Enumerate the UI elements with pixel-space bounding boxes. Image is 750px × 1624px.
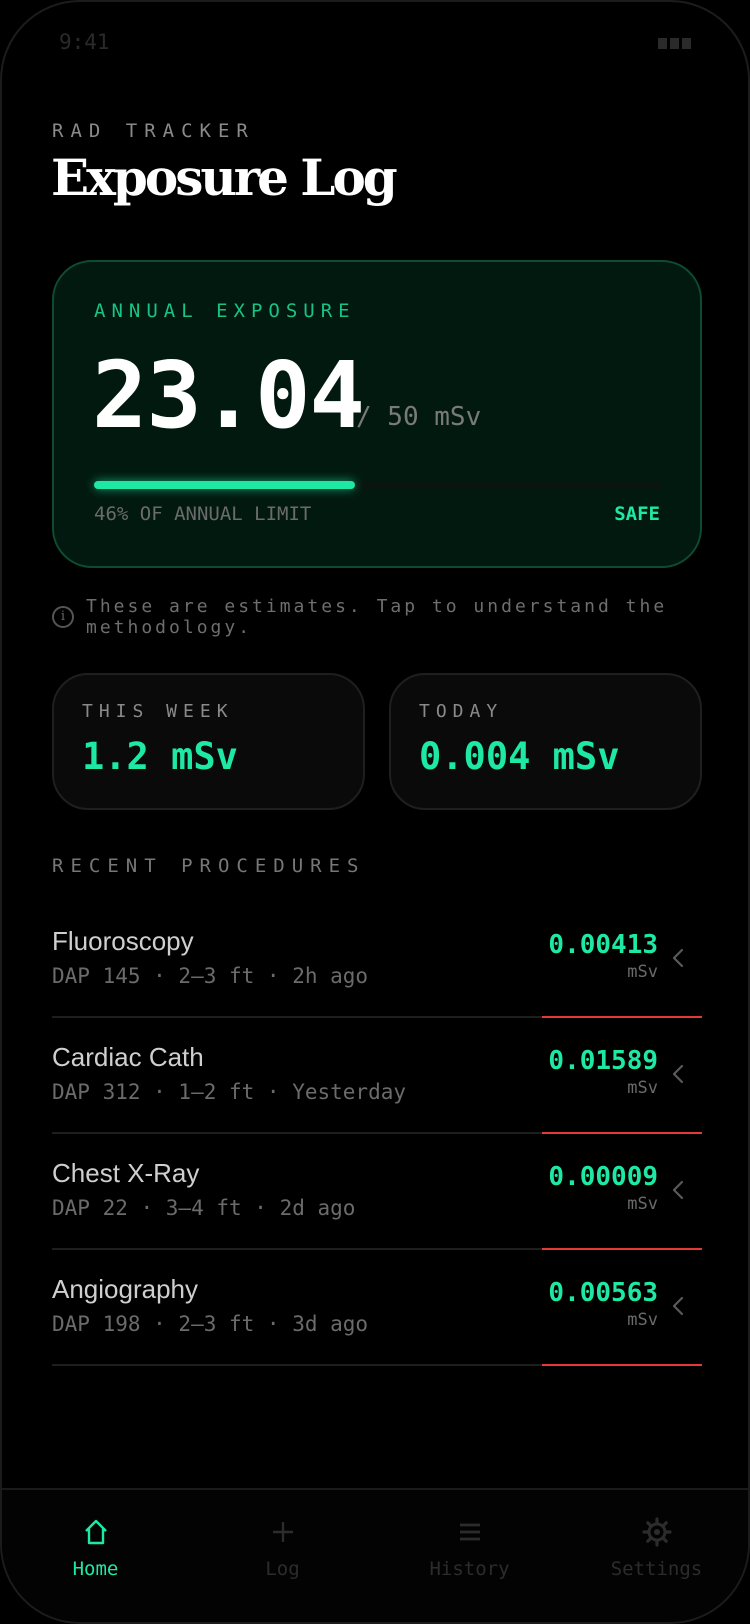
- annual-limit: / 50 mSv: [356, 402, 482, 432]
- annual-exposure-label: ANNUAL EXPOSURE: [94, 300, 356, 322]
- annual-progress-fill: [94, 481, 355, 489]
- status-badge: SAFE: [614, 503, 660, 525]
- procedure-meta: DAP 145 · 2–3 ft · 2h ago: [52, 964, 369, 988]
- procedure-meta: DAP 312 · 1–2 ft · Yesterday: [52, 1080, 407, 1104]
- page-title: Exposure Log: [51, 148, 398, 207]
- tab-bar: Home Log History Settings: [2, 1488, 748, 1622]
- phone-screen: 9:41 RAD TRACKER Exposure Log ANNUAL EXP…: [0, 0, 750, 1624]
- procedure-row-fluoroscopy[interactable]: Fluoroscopy DAP 145 · 2–3 ft · 2h ago 0.…: [52, 902, 702, 1018]
- gear-icon: [641, 1514, 672, 1550]
- procedure-meta: DAP 22 · 3–4 ft · 2d ago: [52, 1196, 356, 1220]
- procedure-dose-unit: mSv: [627, 1078, 658, 1098]
- procedure-dose: 0.01589: [548, 1046, 658, 1076]
- chevron-left-icon[interactable]: [662, 942, 694, 974]
- annual-progress-bar: [94, 481, 661, 489]
- procedure-dose: 0.00563: [548, 1278, 658, 1308]
- procedure-dose: 0.00413: [548, 930, 658, 960]
- dose-alert-line: [542, 1364, 702, 1366]
- annual-exposure-value: 23.04: [92, 342, 365, 449]
- status-bar: 9:41: [2, 2, 748, 86]
- procedure-dose-unit: mSv: [627, 1310, 658, 1330]
- today-value: 0.004 mSv: [419, 735, 620, 778]
- tab-home[interactable]: Home: [2, 1490, 189, 1600]
- methodology-text: These are estimates. Tap to understand t…: [86, 596, 668, 638]
- this-week-card[interactable]: THIS WEEK 1.2 mSv: [52, 673, 365, 810]
- procedure-dose-unit: mSv: [627, 1194, 658, 1214]
- tab-settings[interactable]: Settings: [563, 1490, 748, 1600]
- tab-label: History: [429, 1558, 510, 1580]
- today-card[interactable]: TODAY 0.004 mSv: [389, 673, 702, 810]
- battery-icon: [658, 38, 691, 49]
- annual-exposure-card[interactable]: ANNUAL EXPOSURE 23.04 / 50 mSv 46% OF AN…: [52, 260, 702, 568]
- tab-label: Settings: [610, 1558, 703, 1580]
- tab-history[interactable]: History: [376, 1490, 563, 1600]
- procedure-name: Chest X-Ray: [52, 1158, 200, 1188]
- procedure-row-cardiac-cath[interactable]: Cardiac Cath DAP 312 · 1–2 ft · Yesterda…: [52, 1018, 702, 1134]
- today-label: TODAY: [419, 701, 504, 722]
- procedure-row-angiography[interactable]: Angiography DAP 198 · 2–3 ft · 3d ago 0.…: [52, 1250, 702, 1366]
- procedure-meta: DAP 198 · 2–3 ft · 3d ago: [52, 1312, 369, 1336]
- procedure-name: Angiography: [52, 1274, 198, 1304]
- tab-label: Home: [72, 1558, 119, 1580]
- status-time: 9:41: [59, 30, 110, 54]
- plus-icon: [270, 1514, 296, 1550]
- app-label: RAD TRACKER: [52, 120, 255, 142]
- procedure-row-chest-xray[interactable]: Chest X-Ray DAP 22 · 3–4 ft · 2d ago 0.0…: [52, 1134, 702, 1250]
- methodology-note[interactable]: i These are estimates. Tap to understand…: [52, 596, 702, 638]
- recent-procedures-title: RECENT PROCEDURES: [52, 855, 366, 877]
- chevron-left-icon[interactable]: [662, 1290, 694, 1322]
- procedure-list: Fluoroscopy DAP 145 · 2–3 ft · 2h ago 0.…: [52, 902, 702, 1366]
- home-icon: [83, 1514, 109, 1550]
- list-icon: [458, 1514, 482, 1550]
- procedure-name: Fluoroscopy: [52, 926, 194, 956]
- procedure-dose-unit: mSv: [627, 962, 658, 982]
- procedure-dose: 0.00009: [548, 1162, 658, 1192]
- procedure-name: Cardiac Cath: [52, 1042, 204, 1072]
- chevron-left-icon[interactable]: [662, 1058, 694, 1090]
- annual-progress-text: 46% OF ANNUAL LIMIT: [94, 503, 312, 525]
- this-week-label: THIS WEEK: [82, 701, 234, 722]
- this-week-value: 1.2 mSv: [82, 735, 238, 778]
- info-icon: i: [52, 606, 74, 628]
- tab-label: Log: [265, 1558, 300, 1580]
- chevron-left-icon[interactable]: [662, 1174, 694, 1206]
- tab-log[interactable]: Log: [189, 1490, 376, 1600]
